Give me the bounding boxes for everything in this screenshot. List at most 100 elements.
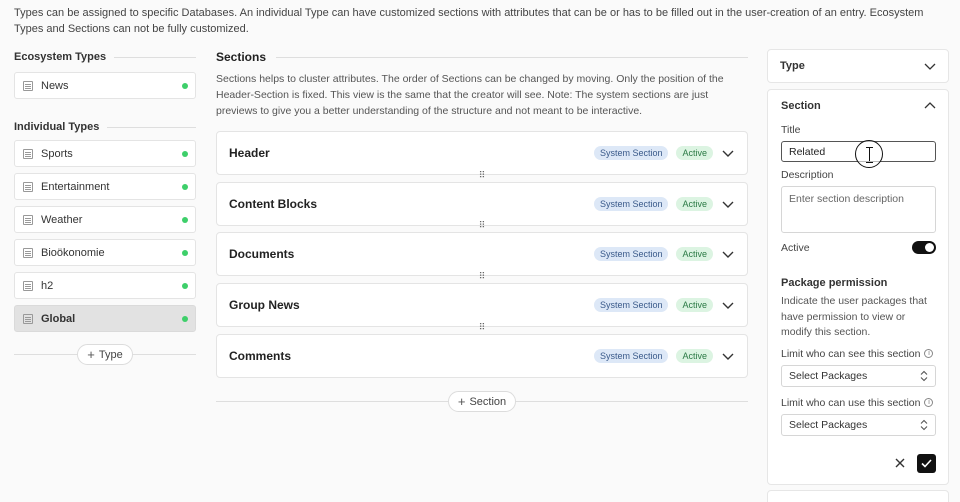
see-permission-row: Limit who can see this section i [781,348,936,360]
section-card-header[interactable]: Header System Section Active [216,131,748,175]
active-status-dot [182,283,188,289]
drag-handle-icon[interactable]: ⠿ [479,171,486,180]
add-type-button[interactable]: + Type [77,344,133,365]
add-section-row: + Section [216,391,749,412]
type-item-label: Weather [41,213,83,226]
section-name: Content Blocks [229,197,318,211]
confirm-button[interactable] [917,453,936,473]
types-column: Ecosystem Types News Individual Types Sp… [14,50,197,365]
type-item-label: Entertainment [41,180,110,193]
system-section-badge: System Section [593,298,669,312]
updown-chevron-icon [920,419,928,430]
active-toggle[interactable] [912,241,936,254]
active-status-dot [182,184,188,190]
section-panel-header[interactable]: Section [781,90,936,122]
add-section-label: Section [469,395,507,408]
divider [132,354,197,355]
add-type-row: + Type [14,344,197,365]
type-panel: Type [767,49,949,83]
active-badge: Active [676,247,713,261]
list-icon [23,247,33,258]
section-name: Header [229,146,270,160]
check-icon [921,458,932,468]
chevron-down-icon[interactable] [721,146,735,160]
active-status-dot [182,83,188,89]
use-packages-select[interactable]: Select Packages [781,413,936,436]
intro-text: Types can be assigned to specific Databa… [14,7,924,35]
drag-handle-icon[interactable]: ⠿ [479,323,486,332]
active-badge: Active [676,349,713,363]
type-item-entertainment[interactable]: Entertainment [14,173,196,200]
active-label: Active [781,241,810,254]
sections-heading: Sections [216,50,748,64]
type-item-label: Global [41,312,76,325]
active-status-dot [182,316,188,322]
type-item-label: h2 [41,279,54,292]
heading-divider [276,56,748,58]
description-label: Description [781,169,834,181]
section-card-comments[interactable]: ⠿ Comments System Section Active [216,323,748,378]
next-panel-edge [767,490,949,502]
active-row: Active [781,241,936,254]
chevron-down-icon[interactable] [721,298,735,312]
type-item-news[interactable]: News [14,72,196,99]
section-card-group-news[interactable]: ⠿ Group News System Section Active [216,272,748,327]
plus-icon: + [87,347,95,362]
divider [516,401,749,402]
chevron-down-icon [924,63,936,70]
see-permission-label: Limit who can see this section [781,347,921,360]
drag-handle-icon[interactable]: ⠿ [479,221,486,230]
title-label: Title [781,124,801,136]
active-badge: Active [676,146,713,160]
type-item-sports[interactable]: Sports [14,140,196,167]
type-panel-title: Type [780,60,805,72]
system-section-badge: System Section [593,197,669,211]
type-panel-header[interactable]: Type [768,50,948,82]
heading-divider [114,56,196,58]
use-permission-label: Limit who can use this section [781,396,921,409]
list-icon [23,280,33,291]
section-card-documents[interactable]: ⠿ Documents System Section Active [216,221,748,276]
info-icon: i [924,398,934,408]
ecosystem-types-title: Ecosystem Types [14,51,107,63]
info-icon: i [924,349,934,359]
plus-icon: + [457,394,466,409]
divider [216,401,448,402]
see-packages-select[interactable]: Select Packages [781,364,936,387]
sections-description: Sections helps to cluster attributes. Th… [216,73,724,117]
section-list: Header System Section Active ⠿ Content B… [216,131,748,502]
list-icon [23,313,33,324]
type-item-weather[interactable]: Weather [14,206,196,233]
type-item-global[interactable]: Global [14,305,196,332]
chevron-down-icon[interactable] [721,247,735,261]
list-icon [23,148,33,159]
use-permission-row: Limit who can use this section i [781,397,936,409]
list-icon [23,80,33,91]
active-status-dot [182,217,188,223]
list-icon [23,181,33,192]
section-name: Group News [229,298,300,312]
add-section-button[interactable]: + Section [447,391,517,412]
text-cursor-icon [855,140,883,168]
close-icon[interactable] [895,458,905,468]
section-name: Comments [229,349,292,363]
see-packages-value: Select Packages [789,369,868,382]
ecosystem-types-heading: Ecosystem Types [14,50,196,64]
active-badge: Active [676,298,713,312]
description-textarea[interactable] [781,186,936,233]
heading-divider [107,126,196,128]
list-icon [23,214,33,225]
active-status-dot [182,151,188,157]
type-item-label: News [41,79,69,92]
drag-handle-icon[interactable]: ⠿ [479,272,486,281]
active-badge: Active [676,197,713,211]
system-section-badge: System Section [593,146,669,160]
sections-column: Sections Sections helps to cluster attri… [216,50,748,119]
individual-types-title: Individual Types [14,121,100,133]
chevron-down-icon[interactable] [721,349,735,363]
type-item-biookonomie[interactable]: Bioökonomie [14,239,196,266]
use-packages-value: Select Packages [789,418,868,431]
active-status-dot [182,250,188,256]
type-item-h2[interactable]: h2 [14,272,196,299]
chevron-down-icon[interactable] [721,197,735,211]
